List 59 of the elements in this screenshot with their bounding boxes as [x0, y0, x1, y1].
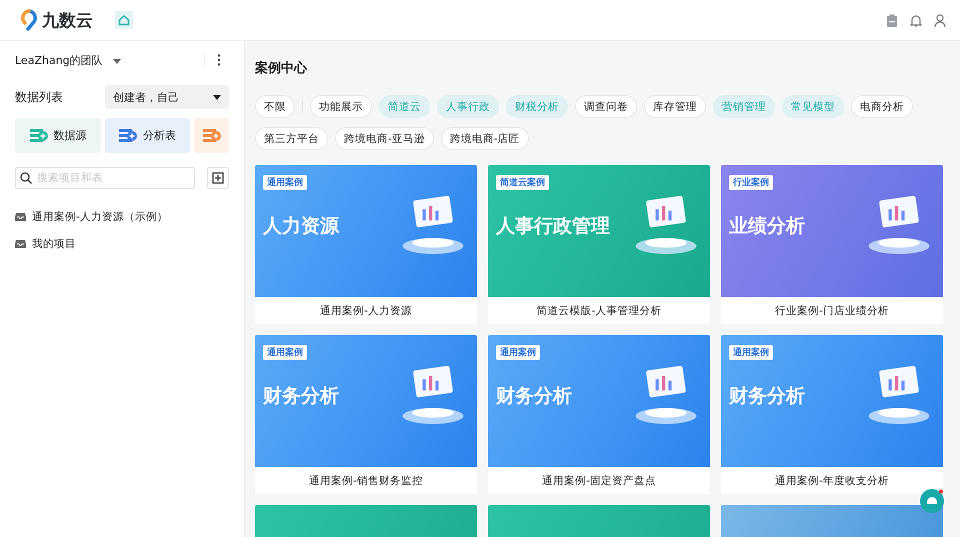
add-table-icon — [119, 128, 137, 144]
case-tag: 通用案例 — [496, 345, 540, 360]
case-card[interactable]: 行业案例 业绩分析 行业案例-门店业绩分析 — [721, 165, 943, 324]
case-card[interactable]: 简道云案例 人事行政管理 简道云模版-人事管理分析 — [488, 165, 710, 324]
banner-title: 财务分析 — [729, 384, 805, 409]
case-card[interactable]: 通用案例 财务分析 通用案例-销售财务监控 — [255, 335, 477, 494]
inbox-icon — [15, 212, 26, 221]
project-item[interactable]: 通用案例-人力资源（示例） — [15, 203, 229, 230]
case-caption: 简道云模版-人事管理分析 — [536, 304, 662, 318]
search-field[interactable]: 搜索项目和表 — [15, 167, 195, 189]
category-tag[interactable]: 功能展示 — [310, 95, 372, 118]
project-item[interactable]: 我的项目 — [15, 230, 229, 257]
caret-icon — [213, 94, 221, 100]
user-icon[interactable] — [934, 14, 946, 26]
banner-title: 财务分析 — [263, 384, 339, 409]
data-source-button[interactable]: 数据源 — [15, 118, 101, 153]
banner-title: 业绩分析 — [729, 214, 805, 239]
brand-name: 九数云 — [42, 10, 93, 32]
category-tag[interactable]: 第三方平台 — [255, 127, 328, 150]
add-icon[interactable] — [207, 167, 229, 189]
case-card[interactable]: 通用案例 人力资源 通用案例-人力资源 — [255, 165, 477, 324]
creator-filter[interactable]: 创建者，自己 — [105, 85, 229, 109]
clipboard-icon[interactable] — [886, 14, 898, 26]
case-tag: 行业案例 — [729, 175, 773, 190]
banner-title: 人力资源 — [263, 214, 339, 239]
section-title: 案例中心 — [255, 60, 308, 77]
team-selector[interactable]: LeaZhang的团队 — [15, 52, 121, 68]
category-tag[interactable]: 库存管理 — [644, 95, 706, 118]
caret-icon — [112, 58, 121, 64]
case-card[interactable]: 通用案例 财务分析 通用案例-年度收支分析 — [721, 335, 943, 494]
category-tag[interactable]: 跨境电商-店匠 — [440, 127, 529, 150]
list-title: 数据列表 — [15, 88, 63, 106]
category-tag[interactable]: 调查问卷 — [575, 95, 637, 118]
case-caption: 通用案例-年度收支分析 — [774, 474, 890, 488]
add-table-icon — [202, 128, 220, 144]
case-card[interactable]: 通用案例 财务分析 通用案例-固定资产盘点 — [488, 335, 710, 494]
banner-title: 人事行政管理 — [496, 214, 610, 239]
case-caption: 行业案例-门店业绩分析 — [774, 304, 890, 318]
case-caption: 通用案例-人力资源 — [319, 304, 413, 318]
add-table-icon — [30, 128, 48, 144]
inbox-icon — [15, 239, 26, 248]
category-tag[interactable]: 不限 — [255, 95, 295, 118]
search-icon — [20, 172, 32, 184]
bell-icon[interactable] — [910, 14, 922, 26]
category-tag[interactable]: 跨境电商-亚马逊 — [335, 127, 434, 150]
banner-title: 财务分析 — [496, 384, 572, 409]
case-tag: 通用案例 — [729, 345, 773, 360]
chat-support-icon[interactable] — [920, 489, 944, 513]
case-tag: 通用案例 — [263, 345, 307, 360]
case-tag: 通用案例 — [263, 175, 307, 190]
analysis-table-button[interactable]: 分析表 — [105, 118, 190, 153]
logo-icon — [20, 9, 38, 31]
add-dashboard-button[interactable] — [194, 118, 229, 153]
category-tag[interactable]: 电商分析 — [851, 95, 913, 118]
case-caption: 通用案例-固定资产盘点 — [541, 474, 657, 488]
home-icon[interactable] — [115, 11, 133, 29]
case-tag: 简道云案例 — [496, 175, 549, 190]
case-caption: 通用案例-销售财务监控 — [308, 474, 424, 488]
more-icon[interactable] — [204, 54, 221, 66]
